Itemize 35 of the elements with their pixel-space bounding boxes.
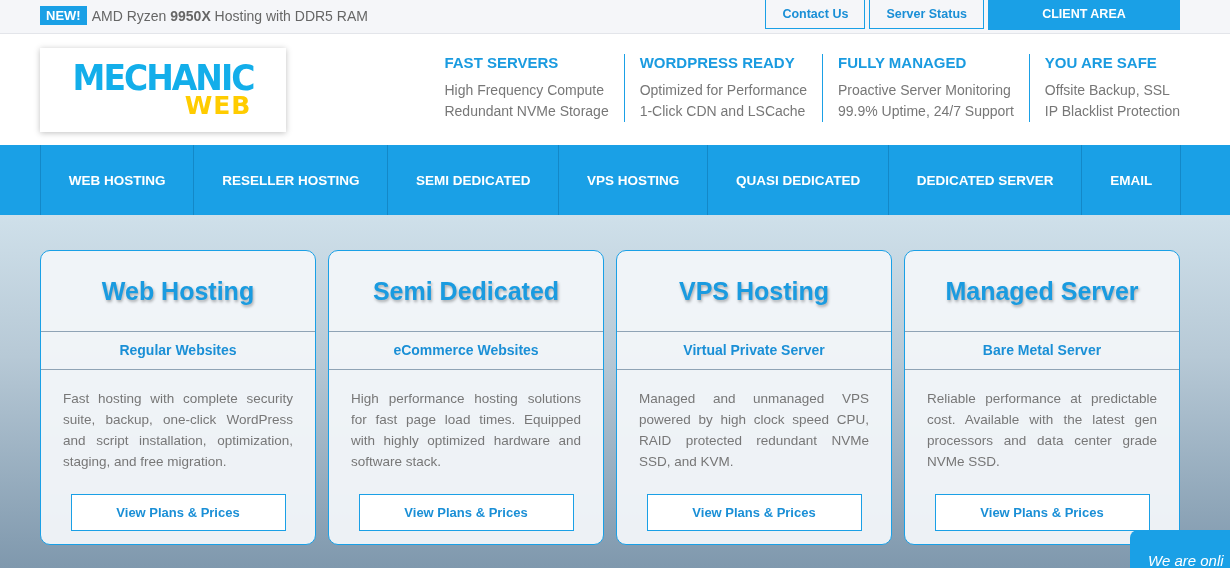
logo[interactable]: MECHANIC WEB (40, 48, 286, 132)
card-title: Managed Server (905, 251, 1179, 332)
chat-widget[interactable]: We are onli (1130, 530, 1230, 568)
new-badge: NEW! (40, 6, 87, 25)
top-link[interactable]: CLIENT AREA (988, 0, 1180, 30)
top-link[interactable]: Contact Us (765, 0, 866, 29)
feature-title: FAST SERVERS (444, 54, 560, 71)
feature-title: YOU ARE SAFE (1044, 54, 1158, 71)
feature-text: 1-Click CDN and LSCache (639, 102, 807, 121)
card-subtitle: Bare Metal Server (905, 332, 1179, 370)
card-subtitle: Virtual Private Server (617, 332, 891, 370)
view-plans-button[interactable]: View Plans & Prices (70, 494, 286, 531)
feature-text: 99.9% Uptime, 24/7 Support (837, 102, 1014, 121)
card-title: Web Hosting (41, 251, 315, 332)
feature-text: High Frequency Compute (444, 81, 605, 100)
announcement-text: AMD Ryzen 9950X Hosting with DDR5 RAM (91, 7, 368, 24)
card-description: Reliable performance at predictable cost. Available with the latest gen processors and data center grade NVMe SSD. (927, 390, 1157, 471)
feature-text: Proactive Server Monitoring (837, 81, 1012, 100)
card-description: High performance hosting solutions for fast page load times. Equipped with highly optimized hardware and software stack. (351, 390, 581, 471)
view-plans-button[interactable]: View Plans & Prices (646, 494, 862, 531)
feature-title: WORDPRESS READY (639, 54, 796, 71)
feature-text: Optimized for Performance (639, 81, 807, 100)
top-link[interactable]: Server Status (869, 0, 984, 29)
card-subtitle: eCommerce Websites (329, 332, 603, 370)
feature-title: FULLY MANAGED (837, 54, 968, 71)
view-plans-button[interactable]: View Plans & Prices (934, 494, 1150, 531)
card-subtitle: Regular Websites (41, 332, 315, 370)
feature-text: Offsite Backup, SSL (1044, 81, 1171, 100)
view-plans-button[interactable]: View Plans & Prices (358, 494, 574, 531)
feature-text: Redundant NVMe Storage (444, 102, 609, 121)
card-title: Semi Dedicated (329, 251, 603, 332)
card-description: Managed and unmanaged VPS powered by high clock speed CPU, RAID protected redundant NVMe SSD, and KVM. (639, 390, 869, 471)
feature-text: IP Blacklist Protection (1044, 102, 1180, 121)
card-title: VPS Hosting (617, 251, 891, 332)
card-description: Fast hosting with complete security suite, backup, one-click WordPress and script installation, optimization, staging, and free migration. (63, 390, 293, 471)
